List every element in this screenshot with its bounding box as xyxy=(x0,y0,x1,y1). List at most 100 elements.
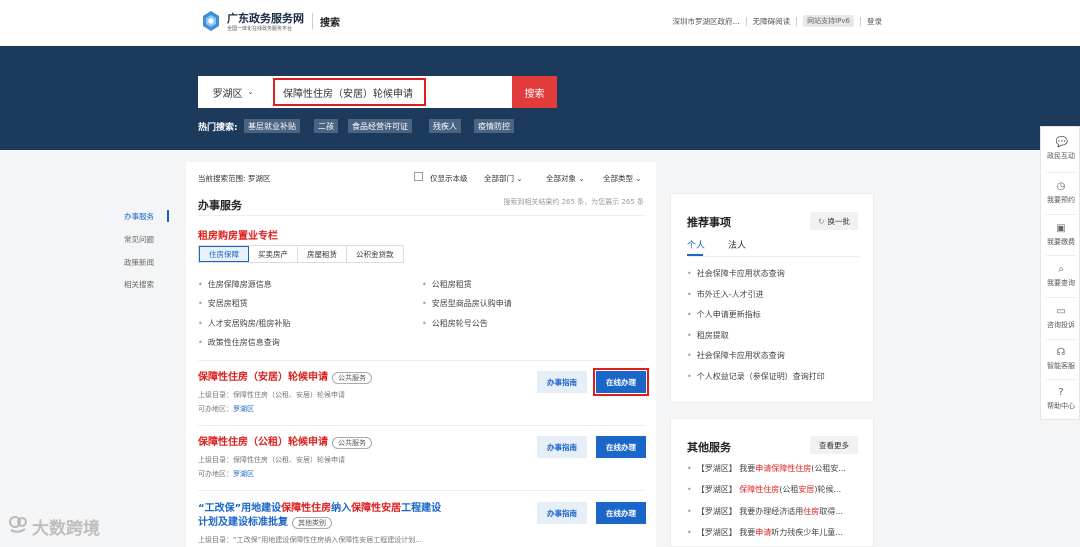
hot-tag[interactable]: 基层就业补贴 xyxy=(244,119,300,133)
leftnav-item-related[interactable]: 相关搜索 xyxy=(124,279,154,290)
subtab-buy-sell[interactable]: 买卖房产 xyxy=(249,246,298,262)
search-icon: ⌕ xyxy=(1058,264,1064,275)
site-logo-icon[interactable] xyxy=(200,10,222,32)
only-level-checkbox[interactable] xyxy=(414,172,423,181)
divider xyxy=(198,490,646,491)
service-area-value[interactable]: 罗湖区 xyxy=(233,405,254,413)
view-more-button[interactable]: 查看更多 xyxy=(810,436,858,454)
text-segment: 【罗湖区】 我要 xyxy=(696,464,756,473)
service-link[interactable]: 公租房租赁 xyxy=(422,279,472,290)
recommend-item[interactable]: 个人申请更新指标 xyxy=(687,309,761,320)
tab-legal-person[interactable]: 法人 xyxy=(728,238,746,251)
search-input[interactable] xyxy=(273,78,426,106)
online-handle-button[interactable]: 在线办理 xyxy=(596,436,646,458)
dept-filter[interactable]: 全部部门 ⌄ xyxy=(484,173,523,184)
service-link[interactable]: 安居房租赁 xyxy=(198,298,248,309)
leftnav-item-faq[interactable]: 常见问题 xyxy=(124,234,154,245)
chevron-down-icon: ⌄ xyxy=(635,174,642,183)
login-link[interactable]: 登录 xyxy=(867,16,882,27)
divider xyxy=(860,16,861,26)
column-title[interactable]: 租房购房置业专栏 xyxy=(198,227,278,242)
leftnav-item-services[interactable]: 办事服务 xyxy=(124,211,154,222)
recommend-item[interactable]: 社会保障卡应用状态查询 xyxy=(687,268,785,279)
refresh-icon: ↻ xyxy=(818,216,825,226)
float-item-payment[interactable]: ▣ 我要缴费 xyxy=(1041,223,1080,247)
divider xyxy=(1046,172,1076,173)
site-title[interactable]: 广东政务服务网 xyxy=(227,10,304,26)
service-area-value[interactable]: 罗湖区 xyxy=(233,470,254,478)
text-segment: 轮候 xyxy=(288,372,308,383)
location-link[interactable]: 深圳市罗湖区政府... xyxy=(672,16,739,27)
float-label: 我要预约 xyxy=(1047,196,1075,204)
service-link[interactable]: 安居型商品房认购申请 xyxy=(422,298,512,309)
service-link[interactable]: 政策性住房信息查询 xyxy=(198,337,280,348)
text-segment: 保障性 xyxy=(281,503,312,514)
only-level-label[interactable]: 仅显示本级 xyxy=(430,173,468,184)
recommend-item[interactable]: 租房提取 xyxy=(687,330,729,341)
float-item-customer-service[interactable]: ☊ 智能客服 xyxy=(1041,347,1080,371)
hot-tag[interactable]: 食品经营许可证 xyxy=(348,119,412,133)
other-service-item[interactable]: 【罗湖区】 保障性住房(公租安居)轮候... xyxy=(687,484,867,495)
subtab-fund-loan[interactable]: 公积金贷款 xyxy=(347,246,403,262)
top-header: 广东政务服务网 全国一体化在线政务服务平台 搜索 深圳市罗湖区政府... 无障碍… xyxy=(0,0,1080,46)
hot-tag[interactable]: 疫情防控 xyxy=(474,119,514,133)
watermark-text: 大数跨境 xyxy=(32,519,100,539)
search-button[interactable]: 搜索 xyxy=(512,76,557,108)
site-subtitle: 全国一体化在线政务服务平台 xyxy=(227,26,293,32)
tab-personal[interactable]: 个人 xyxy=(687,238,705,251)
float-item-complaint[interactable]: ▭ 咨询投诉 xyxy=(1041,306,1080,330)
other-service-item[interactable]: 【罗湖区】 我要申请听力残疾少年儿童... xyxy=(687,527,867,538)
refresh-button[interactable]: ↻ 换一批 xyxy=(810,212,858,230)
subtab-housing-security[interactable]: 住房保障 xyxy=(199,246,249,262)
divider xyxy=(796,16,798,26)
hot-tag[interactable]: 二孩 xyxy=(314,119,338,133)
guide-button[interactable]: 办事指南 xyxy=(537,502,587,524)
chevron-down-icon: ⌄ xyxy=(247,88,254,96)
guide-button[interactable]: 办事指南 xyxy=(537,436,587,458)
divider xyxy=(198,215,646,216)
object-filter[interactable]: 全部对象 ⌄ xyxy=(546,173,585,184)
text-segment: 住房 xyxy=(311,503,332,514)
service-title-line2[interactable]: 计划及建设标准批复 其他类别 xyxy=(198,516,332,530)
text-segment: （公租） xyxy=(248,437,288,448)
float-item-interaction[interactable]: 💬 政民互动 xyxy=(1041,137,1080,161)
other-services-title: 其他服务 xyxy=(687,441,731,454)
payment-icon: ▣ xyxy=(1056,223,1066,234)
float-item-help[interactable]: ? 帮助中心 xyxy=(1041,387,1080,411)
float-item-query[interactable]: ⌕ 我要查询 xyxy=(1041,264,1080,288)
text-segment: 轮候 xyxy=(288,437,308,448)
accessibility-link[interactable]: 无障碍阅读 xyxy=(753,16,791,27)
service-item: “工改保”用地建设保障性住房纳入保障性安居工程建设 计划及建设标准批复 其他类别 … xyxy=(198,502,646,547)
online-handle-button[interactable]: 在线办理 xyxy=(593,368,649,396)
region-select[interactable]: 罗湖区 ⌄ xyxy=(198,76,268,108)
online-handle-button[interactable]: 在线办理 xyxy=(596,502,646,524)
subtabs: 住房保障 买卖房产 房屋租赁 公积金贷款 xyxy=(198,245,404,263)
text-segment: 【罗湖区】 我要办理经济适用 xyxy=(696,507,804,516)
service-title[interactable]: 保障性住房（安居）轮候申请 公共服务 xyxy=(198,371,372,385)
float-item-appointment[interactable]: ◷ 我要预约 xyxy=(1041,181,1080,205)
text-segment: 取得... xyxy=(819,507,843,516)
float-label: 咨询投诉 xyxy=(1047,321,1075,329)
text-segment: 申请 xyxy=(308,437,328,448)
refresh-label: 换一批 xyxy=(827,216,850,226)
service-title[interactable]: “工改保”用地建设保障性住房纳入保障性安居工程建设 xyxy=(198,502,441,516)
service-link[interactable]: 住房保障房源信息 xyxy=(198,279,272,290)
recommend-item[interactable]: 社会保障卡应用状态查询 xyxy=(687,350,785,361)
recommend-item[interactable]: 个人权益记录（参保证明）查询打印 xyxy=(687,371,825,382)
text-segment: 申请 xyxy=(755,528,772,537)
service-parent: 上级目录：“工改保”用地建设保障性住房纳入保障性安居工程建设计划... xyxy=(198,536,422,544)
service-title[interactable]: 保障性住房（公租）轮候申请 公共服务 xyxy=(198,436,372,450)
service-link[interactable]: 公租房轮号公告 xyxy=(422,318,488,329)
guide-button[interactable]: 办事指南 xyxy=(537,371,587,393)
recommend-item[interactable]: 市外迁入-人才引进 xyxy=(687,289,764,300)
type-filter[interactable]: 全部类型 ⌄ xyxy=(603,173,642,184)
type-filter-label: 全部类型 xyxy=(603,174,633,183)
other-service-item[interactable]: 【罗湖区】 我要申请保障性住房(公租安... xyxy=(687,463,867,474)
service-link[interactable]: 人才安居购房/租房补贴 xyxy=(198,318,291,329)
subtab-rental[interactable]: 房屋租赁 xyxy=(298,246,347,262)
other-service-item[interactable]: 【罗湖区】 我要办理经济适用住房取得... xyxy=(687,506,867,517)
leftnav-item-news[interactable]: 政策新闻 xyxy=(124,257,154,268)
hot-tag[interactable]: 残疾人 xyxy=(429,119,461,133)
text-segment: )轮候... xyxy=(814,485,842,494)
watermark-logo-icon xyxy=(9,516,27,533)
